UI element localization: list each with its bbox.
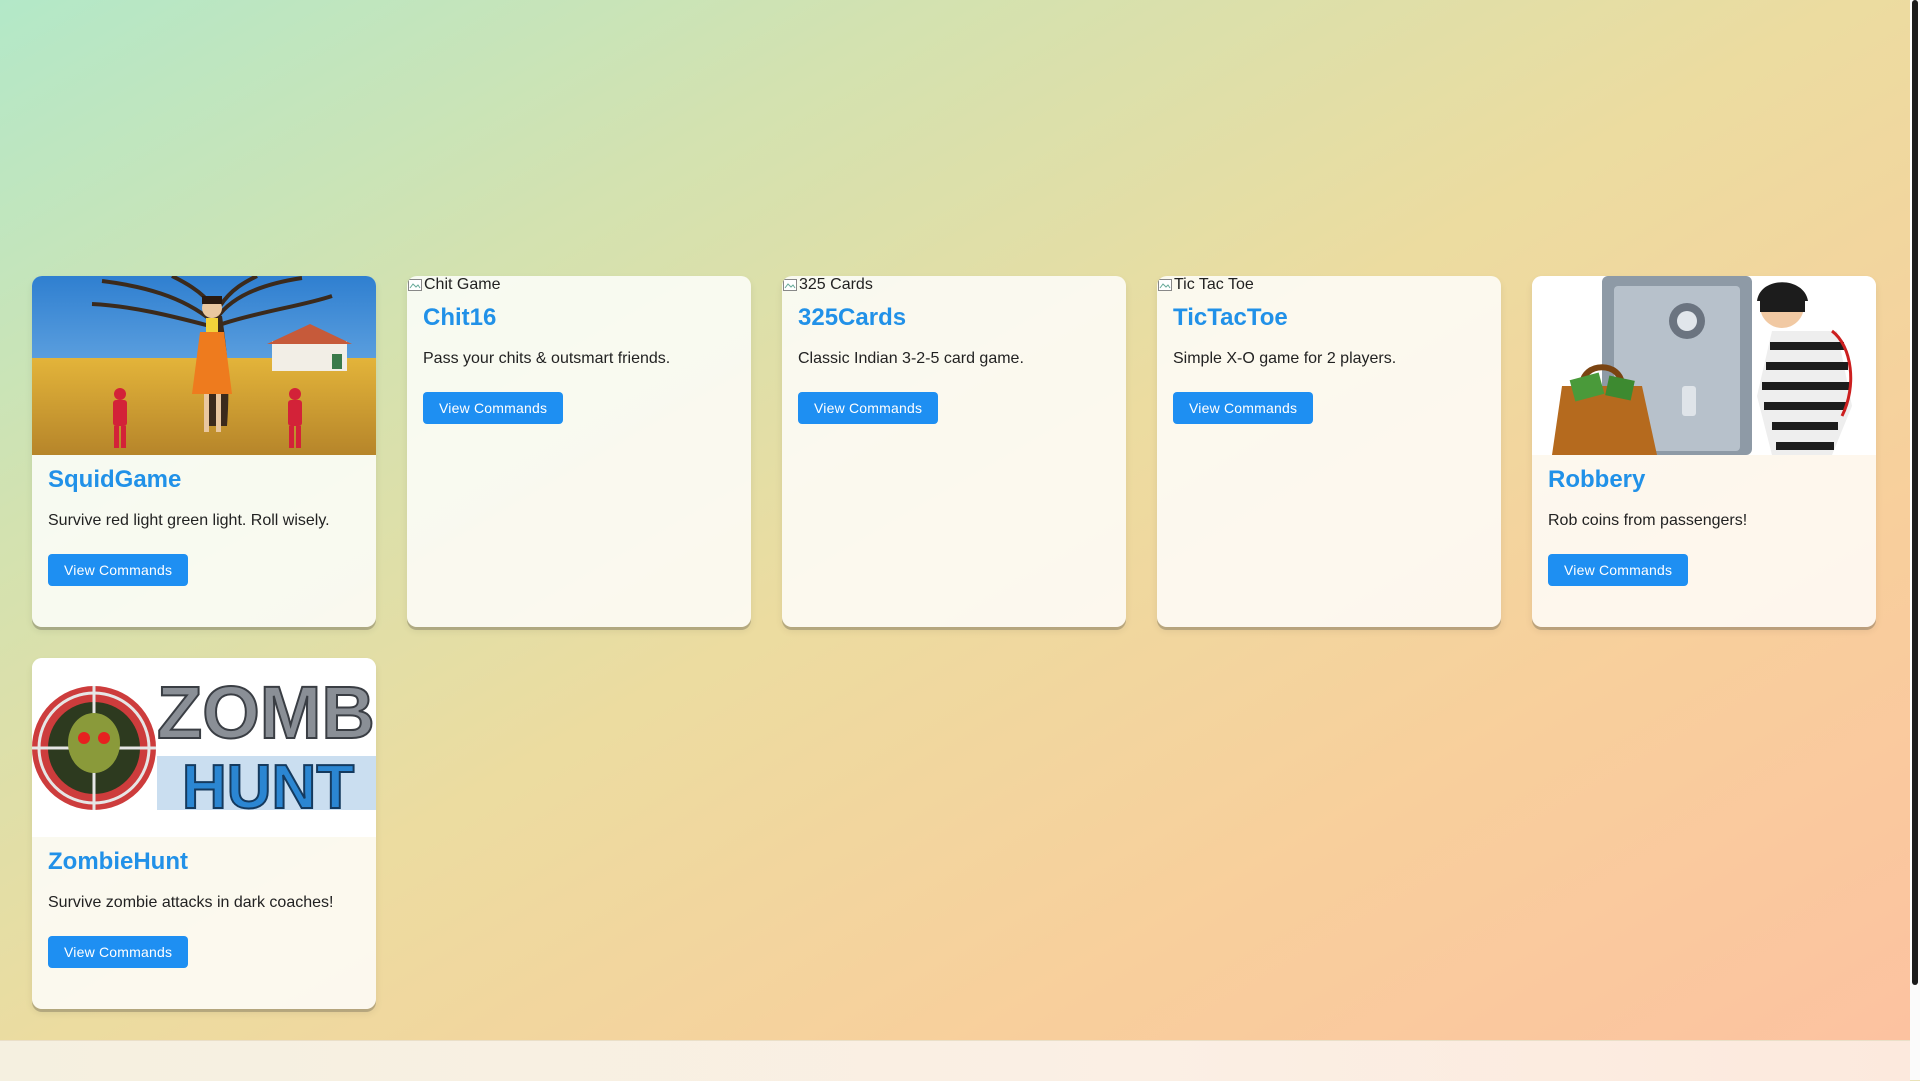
- game-card-squidgame: SquidGame Survive red light green light.…: [32, 276, 376, 627]
- game-title: SquidGame: [48, 466, 182, 493]
- view-commands-button[interactable]: View Commands: [1548, 554, 1689, 586]
- game-title: Chit16: [423, 304, 497, 331]
- game-description: Survive zombie attacks in dark coaches!: [48, 894, 334, 911]
- game-card-tictactoe: Tic Tac Toe TicTacToe Simple X-O game fo…: [1157, 276, 1501, 627]
- game-description: Rob coins from passengers!: [1548, 512, 1748, 529]
- game-title: 325Cards: [798, 304, 907, 331]
- broken-image-icon: [1158, 279, 1172, 291]
- broken-image-325-cards: 325 Cards: [782, 276, 1126, 294]
- broken-image-chit-game: Chit Game: [407, 276, 751, 294]
- image-alt-text: Chit Game: [424, 276, 501, 293]
- game-title: TicTacToe: [1173, 304, 1288, 331]
- game-card-325cards: 325 Cards 325Cards Classic Indian 3-2-5 …: [782, 276, 1126, 627]
- view-commands-button[interactable]: View Commands: [423, 392, 564, 424]
- game-title: ZombieHunt: [48, 848, 188, 875]
- game-card-zombiehunt: ZOMBIE HUNT ZombieHunt Survive zombie at…: [32, 658, 376, 1009]
- broken-image-tic-tac-toe: Tic Tac Toe: [1157, 276, 1501, 294]
- game-description: Pass your chits & outsmart friends.: [423, 350, 671, 367]
- view-commands-button[interactable]: View Commands: [48, 554, 189, 586]
- game-title: Robbery: [1548, 466, 1646, 493]
- squidgame-image: [32, 276, 376, 455]
- page-footer: [0, 1040, 1910, 1081]
- image-alt-text: 325 Cards: [799, 276, 873, 293]
- game-description: Classic Indian 3-2-5 card game.: [798, 350, 1024, 367]
- scrollbar-thumb[interactable]: [1912, 0, 1918, 985]
- broken-image-icon: [783, 279, 797, 291]
- hunt-logo-text: HUNT: [182, 753, 354, 822]
- zombie-logo-text: ZOMBIE: [157, 671, 376, 754]
- game-card-chit16: Chit Game Chit16 Pass your chits & outsm…: [407, 276, 751, 627]
- view-commands-button[interactable]: View Commands: [798, 392, 939, 424]
- view-commands-button[interactable]: View Commands: [48, 936, 189, 968]
- robbery-image: [1532, 276, 1876, 455]
- game-card-robbery: Robbery Rob coins from passengers! View …: [1532, 276, 1876, 627]
- games-grid: SquidGame Survive red light green light.…: [32, 276, 1878, 1010]
- game-description: Survive red light green light. Roll wise…: [48, 512, 330, 529]
- game-description: Simple X-O game for 2 players.: [1173, 350, 1397, 367]
- view-commands-button[interactable]: View Commands: [1173, 392, 1314, 424]
- broken-image-icon: [408, 279, 422, 291]
- image-alt-text: Tic Tac Toe: [1174, 276, 1254, 293]
- zombiehunt-image: ZOMBIE HUNT: [32, 658, 376, 837]
